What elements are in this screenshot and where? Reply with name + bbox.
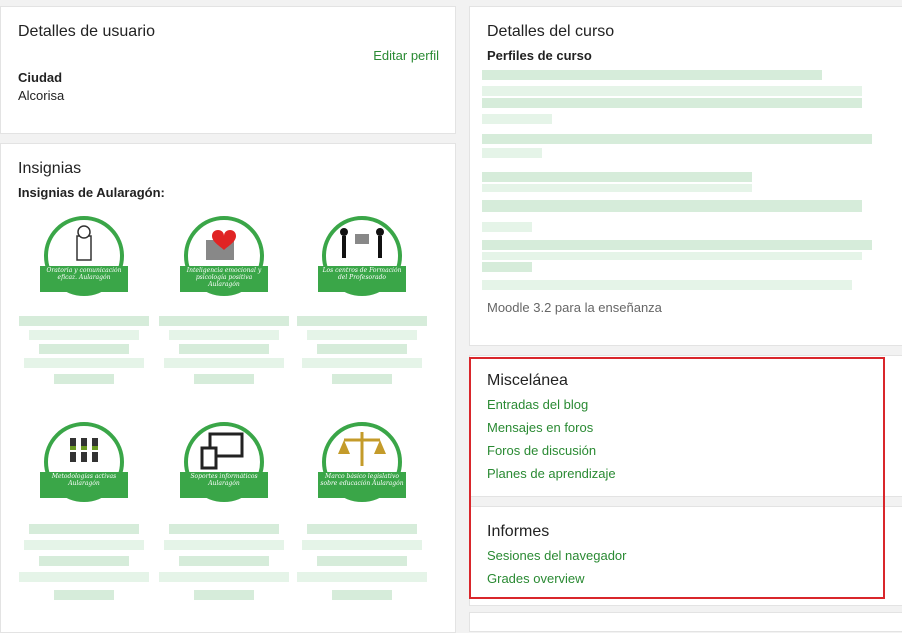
- reports-title: Informes: [487, 523, 550, 540]
- badge-name-redacted: [164, 358, 284, 368]
- city-value: Alcorisa: [18, 88, 65, 103]
- blog-entries-link[interactable]: Entradas del blog: [487, 397, 616, 412]
- badge-name-redacted: [29, 524, 139, 534]
- badge-name-redacted: [19, 316, 149, 326]
- next-card-edge: [469, 612, 902, 632]
- badge-name-redacted: [39, 556, 129, 566]
- misc-links: Entradas del blog Mensajes en foros Foro…: [487, 397, 616, 489]
- badge-1[interactable]: Oratoria y comunicación eficaz. Aularagó…: [40, 216, 128, 304]
- browser-sessions-link[interactable]: Sesiones del navegador: [487, 548, 627, 563]
- badge-name-redacted: [29, 330, 139, 340]
- badge-name-redacted: [302, 358, 422, 368]
- learning-plans-link[interactable]: Planes de aprendizaje: [487, 466, 616, 481]
- badge-name-redacted: [332, 590, 392, 600]
- badge-ribbon-label: Marco básico legislativo sobre educación…: [320, 473, 404, 487]
- badge-name-redacted: [159, 316, 289, 326]
- city-label: Ciudad: [18, 70, 63, 85]
- badge-6[interactable]: Marco básico legislativo sobre educación…: [318, 422, 406, 510]
- badge-name-redacted: [317, 556, 407, 566]
- misc-title: Miscelánea: [487, 372, 568, 389]
- badge-name-redacted: [194, 590, 254, 600]
- forum-posts-link[interactable]: Mensajes en foros: [487, 420, 616, 435]
- badge-name-redacted: [179, 344, 269, 354]
- badge-3[interactable]: Los centros de Formación del Profesorado: [318, 216, 406, 304]
- badge-name-redacted: [297, 572, 427, 582]
- badge-name-redacted: [194, 374, 254, 384]
- badge-name-redacted: [302, 540, 422, 550]
- reports-card: Informes Sesiones del navegador Grades o…: [469, 506, 902, 606]
- badge-name-redacted: [317, 344, 407, 354]
- reports-links: Sesiones del navegador Grades overview: [487, 548, 627, 594]
- badge-ribbon-label: Inteligencia emocional y psicología posi…: [186, 267, 262, 288]
- edit-profile-link[interactable]: Editar perfil: [373, 48, 439, 63]
- badge-name-redacted: [24, 358, 144, 368]
- badge-name-redacted: [179, 556, 269, 566]
- badge-name-redacted: [24, 540, 144, 550]
- badge-5[interactable]: Soportes informáticos Aularagón: [180, 422, 268, 510]
- badge-ribbon-label: Metodologías activas Aularagón: [51, 473, 117, 487]
- user-details-title: Detalles de usuario: [18, 23, 155, 40]
- badge-name-redacted: [19, 572, 149, 582]
- badge-name-redacted: [169, 330, 279, 340]
- badge-4[interactable]: Metodologías activas Aularagón: [40, 422, 128, 510]
- badge-2[interactable]: Inteligencia emocional y psicología posi…: [180, 216, 268, 304]
- badges-subtitle: Insignias de Aularagón:: [18, 185, 165, 200]
- grades-overview-link[interactable]: Grades overview: [487, 571, 627, 586]
- badge-name-redacted: [297, 316, 427, 326]
- badge-name-redacted: [307, 524, 417, 534]
- badge-name-redacted: [39, 344, 129, 354]
- user-details-card: Detalles de usuario Editar perfil Ciudad…: [0, 6, 456, 134]
- forum-discussions-link[interactable]: Foros de discusión: [487, 443, 616, 458]
- badge-name-redacted: [159, 572, 289, 582]
- badge-name-redacted: [164, 540, 284, 550]
- badge-ribbon-label: Los centros de Formación del Profesorado: [322, 267, 402, 281]
- badges-title: Insignias: [18, 160, 82, 177]
- badge-name-redacted: [332, 374, 392, 384]
- badge-name-redacted: [169, 524, 279, 534]
- badge-name-redacted: [307, 330, 417, 340]
- course-profiles-label: Perfiles de curso: [487, 48, 592, 63]
- badge-ribbon-label: Soportes informáticos Aularagón: [190, 473, 258, 487]
- badge-name-redacted: [54, 590, 114, 600]
- course-details-title: Detalles del curso: [487, 23, 615, 40]
- badge-ribbon-label: Oratoria y comunicación eficaz. Aularagó…: [46, 267, 122, 281]
- misc-card: Miscelánea Entradas del blog Mensajes en…: [469, 355, 902, 497]
- badge-name-redacted: [54, 374, 114, 384]
- course-footer-note: Moodle 3.2 para la enseñanza: [487, 300, 662, 315]
